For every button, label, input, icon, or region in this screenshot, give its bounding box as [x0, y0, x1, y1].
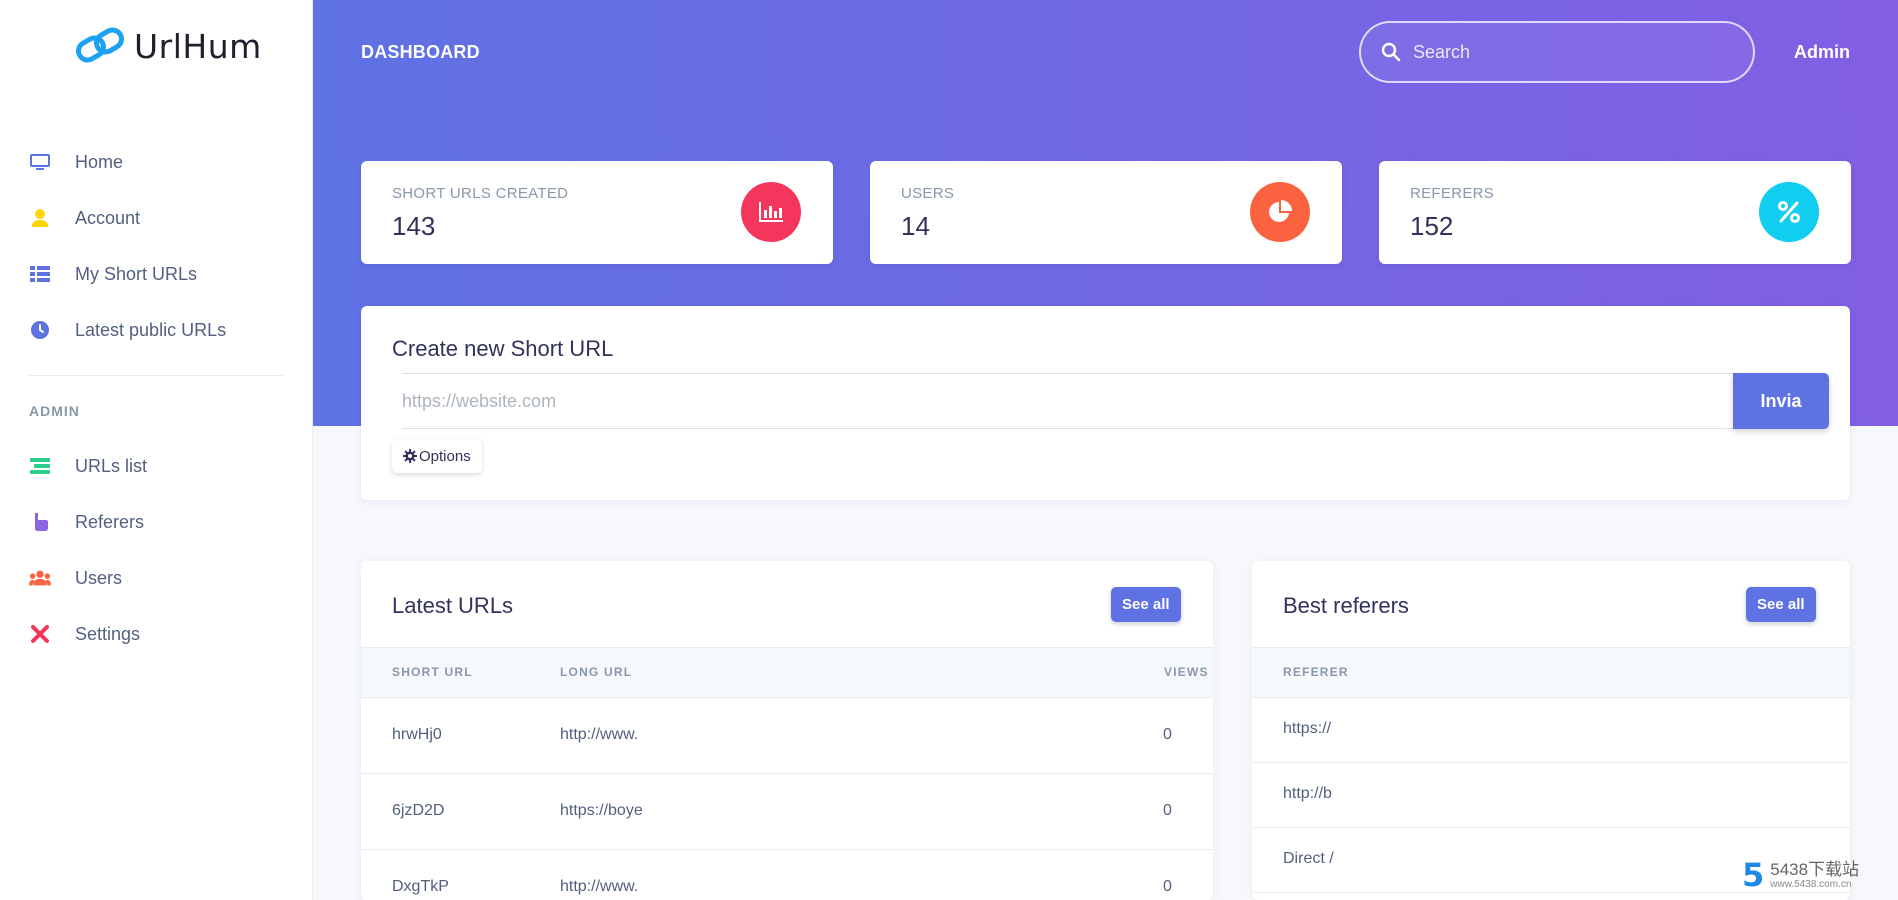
nav-divider	[29, 375, 283, 376]
brand-name: UrlHum	[134, 26, 262, 66]
watermark-number: 5	[1742, 856, 1765, 894]
see-all-referers-button[interactable]: See all	[1746, 587, 1816, 622]
sidebar-item-settings[interactable]: Settings	[0, 606, 313, 662]
referer-cell: https://	[1283, 720, 1332, 737]
sidebar-item-label: Users	[75, 567, 123, 588]
sidebar-item-label: Latest public URLs	[75, 319, 227, 340]
sidebar-item-users[interactable]: Users	[0, 550, 313, 606]
referer-cell: http://b	[1283, 785, 1332, 802]
tools-icon	[29, 623, 51, 645]
page-title[interactable]: DASHBOARD	[361, 42, 480, 63]
sidebar-item-home[interactable]: Home	[0, 134, 313, 190]
latest-urls-card: Latest URLs See all SHORT URL LONG URL V…	[361, 561, 1213, 900]
user-menu[interactable]: Admin	[1794, 42, 1850, 63]
long-url-input[interactable]	[402, 373, 1733, 429]
column-header: REFERER	[1283, 665, 1349, 679]
views-cell: 0	[1163, 726, 1172, 743]
short-url-cell[interactable]: 6jzD2D	[392, 802, 444, 820]
sidebar-item-my-short-urls[interactable]: My Short URLs	[0, 246, 313, 302]
table-row[interactable]: 6jzD2D https://boye 0	[361, 774, 1213, 850]
table-row[interactable]: hrwHj0 http://www. 0	[361, 698, 1213, 774]
main-nav: Home Account My Short URLs Latest public…	[0, 134, 313, 358]
options-label: Options	[419, 447, 471, 465]
users-icon	[29, 567, 51, 589]
stat-label: USERS	[901, 185, 955, 202]
sidebar: UrlHum Home Account My Short URLs Latest…	[0, 0, 313, 900]
sidebar-item-latest-public-urls[interactable]: Latest public URLs	[0, 302, 313, 358]
url-form: Invia	[402, 373, 1829, 429]
long-url-cell[interactable]: http://www.	[560, 878, 638, 896]
sidebar-item-urls-list[interactable]: URLs list	[0, 438, 313, 494]
pointer-icon	[29, 511, 51, 533]
percent-icon	[1759, 182, 1819, 242]
sidebar-item-label: Home	[75, 151, 124, 172]
clock-icon	[29, 319, 51, 341]
stat-card-users: USERS 14	[870, 161, 1342, 264]
admin-heading: ADMIN	[29, 403, 80, 419]
column-header: VIEWS	[1164, 665, 1209, 679]
sidebar-item-label: URLs list	[75, 455, 148, 476]
table-row[interactable]: DxgTkP http://www. 0	[361, 850, 1213, 900]
submit-button[interactable]: Invia	[1733, 373, 1829, 429]
watermark-bottom: www.5438.com.cn	[1770, 878, 1852, 890]
link-icon	[76, 27, 124, 63]
monitor-icon	[29, 151, 51, 173]
chart-pie-icon	[1250, 182, 1310, 242]
gear-icon	[403, 449, 417, 463]
sidebar-item-label: Account	[75, 207, 141, 228]
stat-value: 152	[1410, 211, 1454, 241]
user-icon	[29, 207, 51, 229]
column-header: LONG URL	[560, 665, 633, 679]
create-title: Create new Short URL	[392, 336, 614, 361]
options-button[interactable]: Options	[392, 439, 482, 473]
sidebar-item-label: Referers	[75, 511, 145, 532]
create-short-url-card: Create new Short URL Invia Options	[361, 306, 1850, 500]
chart-bar-icon	[741, 182, 801, 242]
watermark-text: 5438下载站 www.5438.com.cn	[1770, 861, 1859, 890]
column-header: SHORT URL	[392, 665, 473, 679]
table-header: REFERER	[1252, 647, 1850, 698]
short-url-cell[interactable]: DxgTkP	[392, 878, 449, 896]
best-referers-card: Best referers See all REFERER https:// h…	[1252, 561, 1850, 900]
align-icon	[29, 455, 51, 477]
brand-logo[interactable]: UrlHum	[74, 24, 262, 68]
stat-label: SHORT URLS CREATED	[392, 185, 569, 202]
stat-card-referers: REFERERS 152	[1379, 161, 1851, 264]
views-cell: 0	[1163, 878, 1172, 895]
long-url-cell[interactable]: https://boye	[560, 802, 643, 820]
sidebar-item-label: My Short URLs	[75, 263, 198, 284]
referer-cell: Direct /	[1283, 850, 1334, 867]
table-row[interactable]: http://b	[1252, 763, 1850, 828]
stat-value: 143	[392, 211, 436, 241]
short-url-cell[interactable]: hrwHj0	[392, 726, 442, 744]
table-row[interactable]: https://	[1252, 698, 1850, 763]
stat-card-short-urls: SHORT URLS CREATED 143	[361, 161, 833, 264]
watermark-top: 5438下载站	[1770, 859, 1860, 879]
best-referers-title: Best referers	[1283, 593, 1409, 618]
admin-nav: URLs list Referers Users Settings	[0, 438, 313, 662]
watermark: 5 5438下载站 www.5438.com.cn	[1742, 856, 1859, 894]
list-icon	[29, 263, 51, 285]
views-cell: 0	[1163, 802, 1172, 819]
see-all-latest-button[interactable]: See all	[1111, 587, 1181, 622]
sidebar-item-account[interactable]: Account	[0, 190, 313, 246]
long-url-cell[interactable]: http://www.	[560, 726, 638, 744]
stat-label: REFERERS	[1410, 185, 1495, 202]
search-icon	[1381, 42, 1401, 62]
table-header: SHORT URL LONG URL VIEWS	[361, 647, 1213, 698]
latest-urls-title: Latest URLs	[392, 593, 514, 618]
search-input[interactable]	[1413, 41, 1733, 63]
search-box[interactable]	[1359, 21, 1755, 83]
sidebar-item-referers[interactable]: Referers	[0, 494, 313, 550]
sidebar-item-label: Settings	[75, 623, 141, 644]
stat-value: 14	[901, 211, 930, 241]
